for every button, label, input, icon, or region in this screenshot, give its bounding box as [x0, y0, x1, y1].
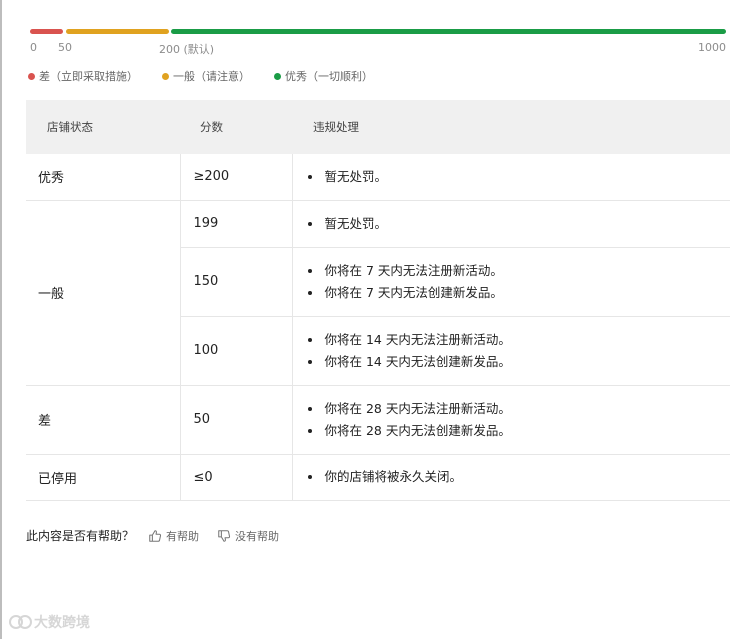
helpful-button[interactable]: 有帮助: [148, 528, 199, 544]
action-cell: 你将在 14 天内无法注册新活动。 你将在 14 天内无法创建新发品。: [292, 316, 731, 386]
action-item: 你将在 7 天内无法创建新发品。: [307, 282, 731, 304]
action-item: 你将在 14 天内无法注册新活动。: [307, 329, 731, 351]
action-list: 你的店铺将被永久关闭。: [307, 466, 731, 488]
violation-table: 店铺状态 分数 违规处理 优秀 ≥200 暂无处罚。 一般 199 暂无处罚。: [26, 100, 730, 501]
score-cell: 199: [180, 200, 293, 248]
status-cell: 差: [26, 385, 181, 455]
watermark-logo-icon: [9, 615, 32, 629]
score-cell: ≤0: [180, 454, 293, 501]
watermark: 大数跨境: [8, 612, 90, 632]
feedback-question: 此内容是否有帮助？: [26, 529, 135, 543]
action-list: 你将在 7 天内无法注册新活动。 你将在 7 天内无法创建新发品。: [307, 260, 731, 304]
action-cell: 你的店铺将被永久关闭。: [292, 454, 731, 501]
action-cell: 暂无处罚。: [292, 200, 731, 248]
legend-label-poor: 差（立即采取措施）: [39, 70, 138, 83]
scale-tick-0: 0: [30, 41, 37, 54]
legend-dot-fair: [162, 72, 169, 80]
score-cell: 50: [180, 385, 293, 455]
action-item: 你将在 14 天内无法创建新发品。: [307, 351, 731, 373]
legend-item-fair: 一般（请注意）: [162, 68, 250, 84]
scale-segment-fair: [66, 29, 169, 34]
scale-segment-poor: [30, 29, 63, 34]
score-cell: 150: [180, 247, 293, 317]
action-item: 暂无处罚。: [307, 213, 731, 235]
header-violation-action: 违规处理: [292, 100, 730, 154]
status-cell: 一般: [26, 200, 181, 386]
table-row: 一般 199 暂无处罚。: [26, 200, 731, 386]
action-list: 你将在 14 天内无法注册新活动。 你将在 14 天内无法创建新发品。: [307, 329, 731, 373]
score-scale-bar: [30, 29, 726, 34]
window-left-edge: [0, 0, 2, 639]
table-row: 差 50 你将在 28 天内无法注册新活动。 你将在 28 天内无法创建新发品。: [26, 385, 731, 455]
table-header-row: 店铺状态 分数 违规处理: [26, 100, 730, 154]
feedback-bar: 此内容是否有帮助？ 有帮助 没有帮助: [26, 527, 297, 544]
header-shop-status: 店铺状态: [26, 100, 180, 154]
scale-tick-200: 200 (默认): [159, 43, 215, 56]
score-legend: 差（立即采取措施） 一般（请注意） 优秀（一切顺利）: [28, 68, 373, 84]
watermark-text: 大数跨境: [34, 615, 90, 631]
action-list: 暂无处罚。: [307, 166, 731, 188]
scale-tick-1000: 1000: [698, 41, 726, 54]
score-cell: ≥200: [180, 154, 293, 201]
scale-segment-excellent: [171, 29, 726, 34]
not-helpful-label: 没有帮助: [235, 529, 280, 543]
status-cell: 优秀: [26, 154, 181, 201]
score-cell: 100: [180, 316, 293, 386]
helpful-label: 有帮助: [166, 529, 200, 543]
legend-item-excellent: 优秀（一切顺利）: [274, 68, 373, 84]
legend-dot-poor: [28, 72, 35, 80]
table-row: 优秀 ≥200 暂无处罚。: [26, 154, 731, 201]
action-cell: 你将在 28 天内无法注册新活动。 你将在 28 天内无法创建新发品。: [292, 385, 731, 455]
action-item: 你将在 28 天内无法创建新发品。: [307, 420, 731, 442]
legend-label-excellent: 优秀（一切顺利）: [285, 70, 373, 83]
action-cell: 暂无处罚。: [292, 154, 731, 201]
legend-item-poor: 差（立即采取措施）: [28, 68, 138, 84]
header-score: 分数: [180, 100, 292, 154]
action-item: 暂无处罚。: [307, 166, 731, 188]
thumbs-up-icon: [149, 529, 162, 542]
action-item: 你将在 28 天内无法注册新活动。: [307, 398, 731, 420]
legend-dot-excellent: [274, 72, 281, 80]
action-list: 暂无处罚。: [307, 213, 731, 235]
legend-label-fair: 一般（请注意）: [173, 70, 250, 83]
action-item: 你将在 7 天内无法注册新活动。: [307, 260, 731, 282]
table-row: 已停用 ≤0 你的店铺将被永久关闭。: [26, 454, 731, 501]
action-list: 你将在 28 天内无法注册新活动。 你将在 28 天内无法创建新发品。: [307, 398, 731, 442]
action-cell: 你将在 7 天内无法注册新活动。 你将在 7 天内无法创建新发品。: [292, 247, 731, 317]
action-item: 你的店铺将被永久关闭。: [307, 466, 731, 488]
thumbs-down-icon: [218, 529, 231, 542]
scale-tick-50: 50: [58, 41, 72, 54]
status-cell: 已停用: [26, 454, 181, 501]
not-helpful-button[interactable]: 没有帮助: [217, 528, 279, 544]
